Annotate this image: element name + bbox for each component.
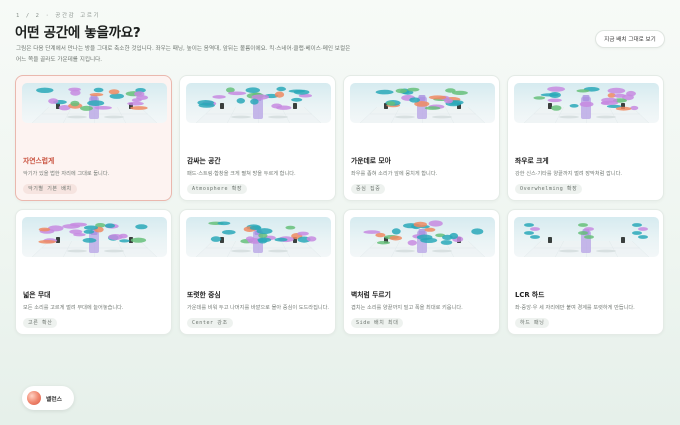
page-description: 그림은 다음 단계에서 만나는 방을 그대로 축소한 것입니다. 좌우는 패닝,… [16, 46, 351, 63]
preset-title: 가운데로 모아 [351, 157, 391, 165]
preset-tag: Overwhelming 확장 [515, 184, 583, 194]
preset-description: 패드·스트링·합창을 크게 펼쳐 방을 두르게 합니다. [187, 171, 296, 177]
preset-tag: 악기별 기본 배치 [23, 184, 77, 194]
room-illustration [359, 220, 486, 257]
room-illustration [31, 87, 158, 123]
preset-tag: Atmosphere 확장 [187, 184, 248, 194]
preset-thumbnail [186, 83, 331, 123]
preset-title: LCR 하드 [515, 291, 545, 299]
preset-title: 넓은 무대 [23, 291, 51, 299]
preset-grid: 자연스럽게 악기가 있을 법한 자리에 그대로 둡니다. 악기별 기본 배치 감… [15, 75, 665, 345]
preset-description: 모든 소리를 고르게 벌려 무대에 늘어놓습니다. [23, 305, 124, 311]
preset-card-wall[interactable]: 벽처럼 두르기 겹치는 소리를 양끝까지 밀고 폭을 최대로 키웁니다. Sid… [343, 209, 500, 335]
balance-orb-icon [27, 391, 41, 405]
preset-thumbnail [22, 83, 167, 123]
preset-thumbnail [514, 217, 659, 257]
preset-card-natural[interactable]: 자연스럽게 악기가 있을 법한 자리에 그대로 둡니다. 악기별 기본 배치 [15, 75, 172, 201]
preset-card-enveloping[interactable]: 감싸는 공간 패드·스트링·합창을 크게 펼쳐 방을 두르게 합니다. Atmo… [179, 75, 336, 201]
preset-title: 또렷한 중심 [187, 291, 221, 299]
preset-card-center[interactable]: 가운데로 모아 좌우를 좁혀 소리가 앞에 뭉치게 합니다. 중심 집중 [343, 75, 500, 201]
preset-card-wide-stage[interactable]: 넓은 무대 모든 소리를 고르게 벌려 무대에 늘어놓습니다. 고른 확산 [15, 209, 172, 335]
preset-thumbnail [350, 217, 495, 257]
preset-title: 벽처럼 두르기 [351, 291, 391, 299]
preset-tag: 중심 집중 [351, 184, 386, 194]
step-indicator: 1 / 2 · 공간감 고르기 [16, 13, 101, 19]
preset-title: 감싸는 공간 [187, 157, 221, 165]
preset-card-clear-center[interactable]: 또렷한 중심 가운데를 비워 두고 나머지를 바깥으로 몰아 중심이 도드라집니… [179, 209, 336, 335]
room-illustration [523, 223, 650, 257]
preset-tag: 고른 확산 [23, 318, 58, 328]
preset-thumbnail [514, 83, 659, 123]
page-title: 어떤 공간에 놓을까요? [15, 25, 141, 41]
preset-tag: Center 강조 [187, 318, 233, 328]
balance-button[interactable]: 밸런스 [22, 386, 74, 410]
balance-label: 밸런스 [46, 396, 62, 403]
preset-title: 좌우로 크게 [515, 157, 549, 165]
preset-description: 겹치는 소리를 양끝까지 밀고 폭을 최대로 키웁니다. [351, 305, 463, 311]
room-illustration [523, 86, 650, 123]
room-illustration [31, 222, 158, 257]
preset-tag: 하드 패닝 [515, 318, 550, 328]
room-illustration [359, 87, 486, 123]
preset-card-wide-lr[interactable]: 좌우로 크게 강한 신스·기타를 양끝까지 벌려 장막처럼 깝니다. Overw… [507, 75, 664, 201]
view-current-layout-button[interactable]: 지금 배치 그대로 보기 [595, 30, 665, 48]
preset-thumbnail [350, 83, 495, 123]
preset-tag: Side 배치 최대 [351, 318, 404, 328]
room-illustration [195, 86, 322, 123]
preset-title: 자연스럽게 [23, 157, 55, 165]
preset-description: 좌·중앙·우 세 자리에만 붙여 경계를 또렷하게 만듭니다. [515, 305, 635, 311]
preset-description: 가운데를 비워 두고 나머지를 바깥으로 몰아 중심이 도드라집니다. [187, 305, 330, 311]
preset-description: 악기가 있을 법한 자리에 그대로 둡니다. [23, 171, 110, 177]
room-illustration [195, 221, 322, 257]
preset-thumbnail [186, 217, 331, 257]
preset-description: 강한 신스·기타를 양끝까지 벌려 장막처럼 깝니다. [515, 171, 622, 177]
preset-thumbnail [22, 217, 167, 257]
preset-description: 좌우를 좁혀 소리가 앞에 뭉치게 합니다. [351, 171, 438, 177]
preset-card-lcr-hard[interactable]: LCR 하드 좌·중앙·우 세 자리에만 붙여 경계를 또렷하게 만듭니다. 하… [507, 209, 664, 335]
